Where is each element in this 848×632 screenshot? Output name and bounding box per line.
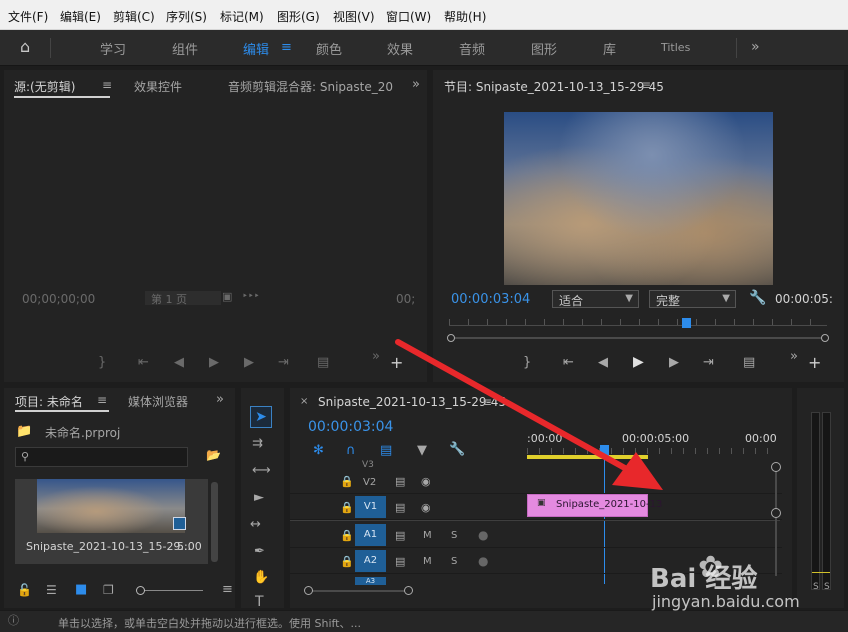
annotation-arrow	[395, 339, 663, 490]
watermark-url: jingyan.baidu.com	[652, 592, 800, 611]
watermark-brand: Bai 经验	[650, 564, 758, 594]
baidu-watermark: ✿ Bai 经验 jingyan.baidu.com	[646, 550, 846, 618]
